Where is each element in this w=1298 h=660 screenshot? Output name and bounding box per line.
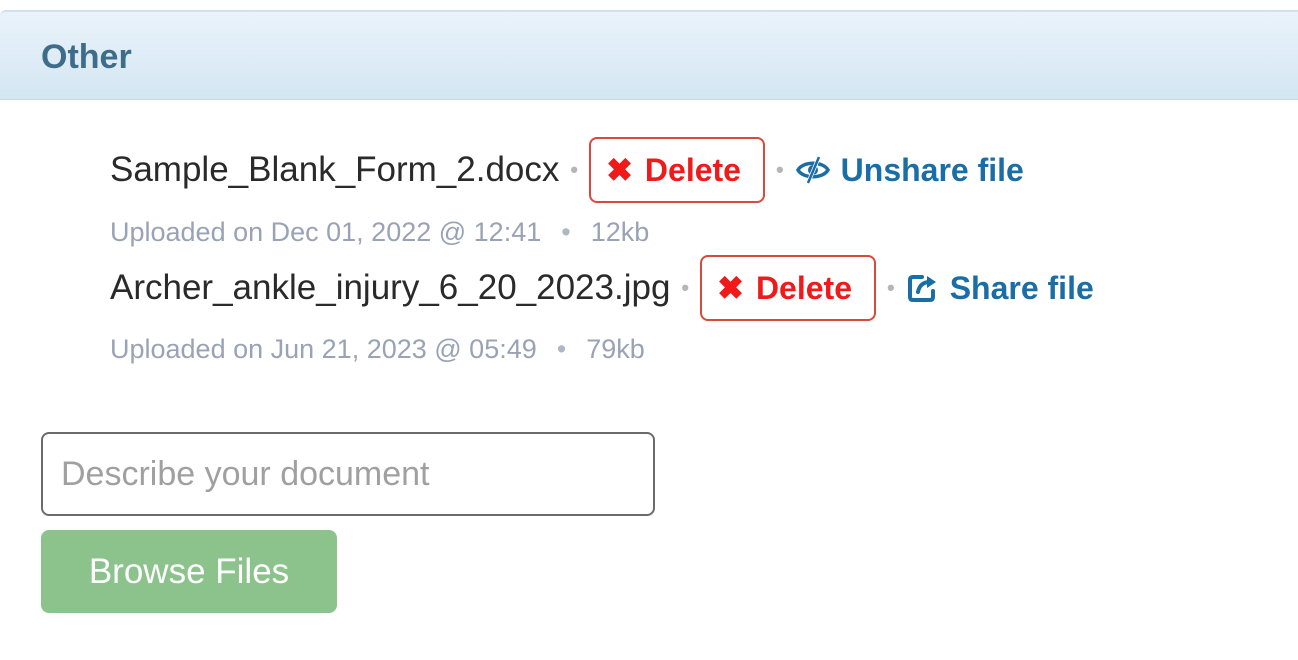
- upload-date: Uploaded on Jun 21, 2023 @ 05:49: [110, 333, 537, 364]
- section-header: Other: [0, 10, 1298, 100]
- separator-dot: •: [775, 157, 784, 182]
- unshare-file-link[interactable]: Unshare file: [795, 152, 1024, 189]
- file-name[interactable]: Sample_Blank_Form_2.docx: [110, 150, 559, 190]
- file-meta: Uploaded on Jun 21, 2023 @ 05:49 • 79kb: [110, 332, 645, 366]
- file-size: 79kb: [586, 333, 645, 364]
- share-icon: [907, 275, 936, 302]
- document-description-input[interactable]: [41, 432, 655, 516]
- separator-dot: •: [570, 157, 579, 182]
- delete-button[interactable]: ✖ Delete: [700, 255, 876, 321]
- separator-dot: •: [681, 275, 690, 300]
- section-title: Other: [41, 38, 132, 76]
- close-icon: ✖: [717, 270, 744, 306]
- separator-dot: •: [561, 216, 571, 247]
- upload-date: Uploaded on Dec 01, 2022 @ 12:41: [110, 216, 542, 247]
- share-file-link[interactable]: Share file: [906, 270, 1094, 307]
- delete-label: Delete: [755, 269, 852, 306]
- share-file-label: Share file: [949, 269, 1094, 306]
- file-size: 12kb: [590, 216, 650, 247]
- unshare-file-label: Unshare file: [840, 151, 1024, 188]
- file-row: Archer_ankle_injury_6_20_2023.jpg • ✖ De…: [110, 255, 1094, 321]
- delete-label: Delete: [644, 151, 741, 188]
- separator-dot: •: [886, 275, 895, 300]
- separator-dot: •: [556, 333, 567, 364]
- eye-slash-icon: [795, 156, 830, 184]
- file-name[interactable]: Archer_ankle_injury_6_20_2023.jpg: [110, 268, 670, 308]
- file-row: Sample_Blank_Form_2.docx • ✖ Delete • Un…: [110, 137, 1024, 203]
- browse-files-button[interactable]: Browse Files: [41, 530, 337, 613]
- delete-button[interactable]: ✖ Delete: [589, 137, 765, 203]
- close-icon: ✖: [606, 152, 633, 188]
- file-meta: Uploaded on Dec 01, 2022 @ 12:41 • 12kb: [110, 215, 649, 249]
